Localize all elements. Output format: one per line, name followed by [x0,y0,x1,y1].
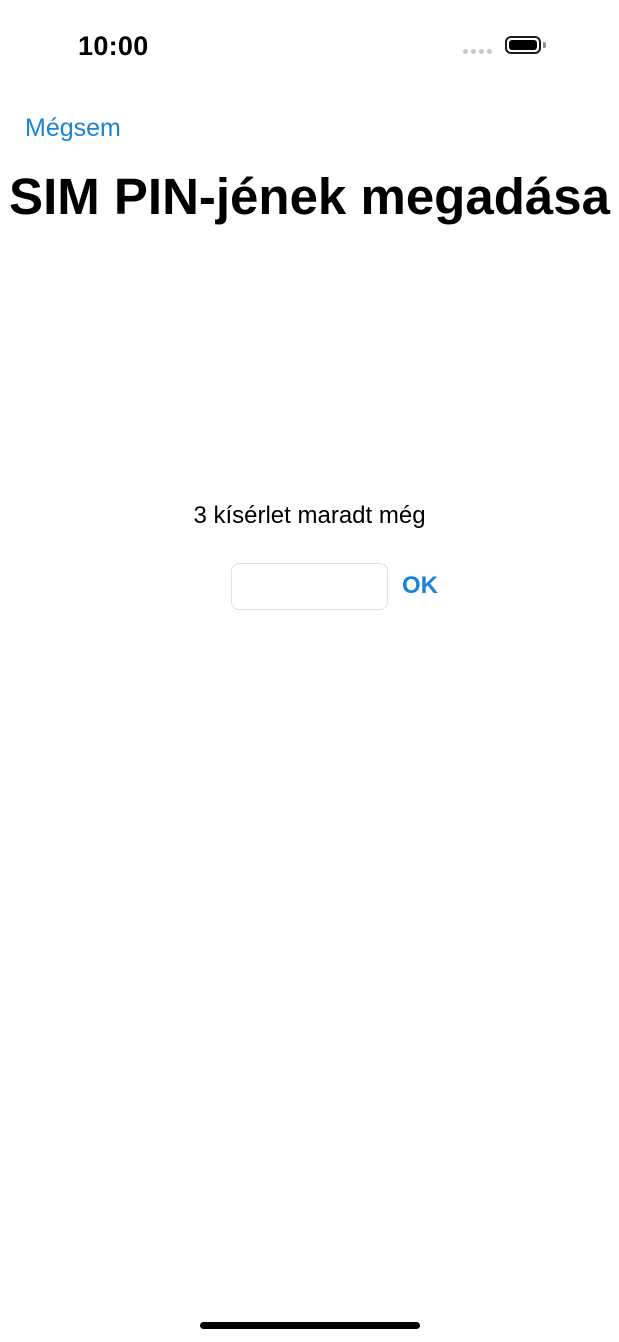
attempts-remaining-text: 3 kísérlet maradt még [193,502,426,529]
status-time: 10:00 [78,31,149,61]
page-title: SIM PIN-jének megadása [9,168,610,225]
status-bar: 10:00 [0,0,619,92]
signal-icon [463,49,492,54]
battery-icon [505,36,541,54]
sim-pin-input[interactable] [231,563,388,610]
ok-button[interactable]: OK [402,570,438,602]
battery-tip-icon [543,42,546,48]
cancel-button[interactable]: Mégsem [25,112,121,144]
home-indicator[interactable] [200,1322,420,1329]
